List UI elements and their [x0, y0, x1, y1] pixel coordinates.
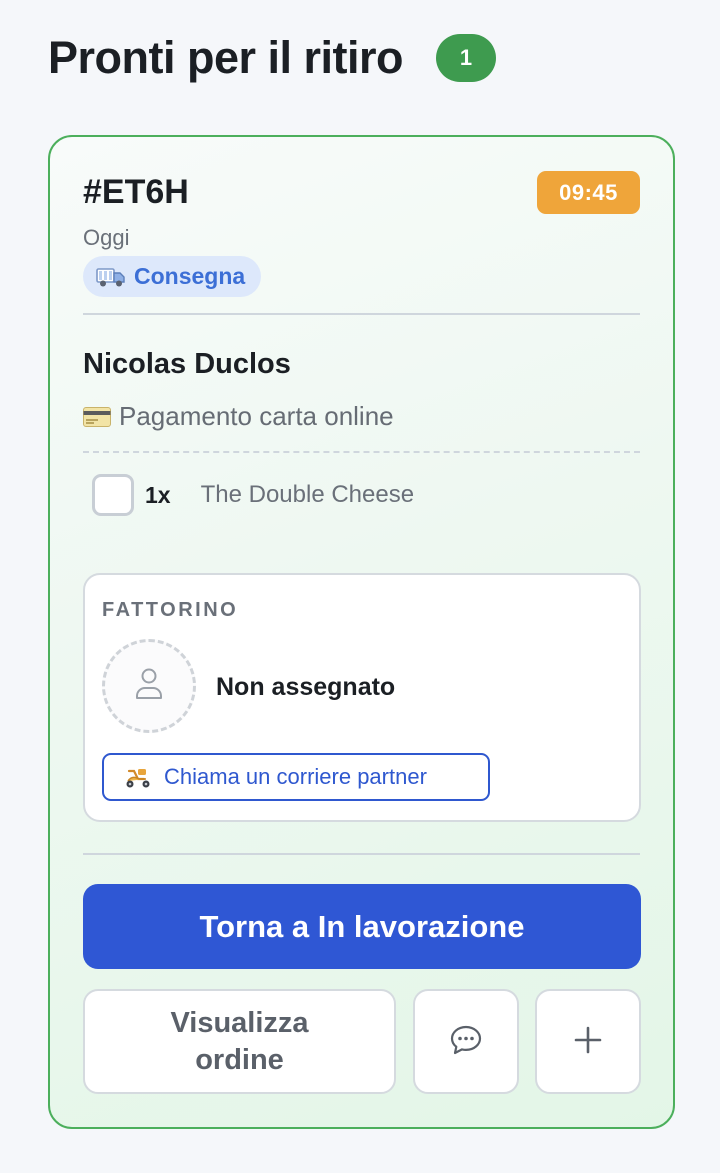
divider	[83, 853, 640, 855]
payment-label: Pagamento carta online	[119, 401, 394, 431]
courier-panel: FATTORINO Non assegnato Chiama un corrie…	[83, 573, 641, 822]
order-id: #ET6H	[83, 173, 189, 211]
order-type-chip: Consegna	[83, 256, 262, 297]
order-card[interactable]: #ET6H 09:45 Oggi Consegna Nicolas Duclos	[48, 135, 675, 1129]
order-type-label: Consegna	[134, 263, 246, 289]
divider	[83, 313, 640, 315]
payment-method: Pagamento carta online	[83, 401, 394, 432]
scooter-icon	[124, 765, 152, 789]
call-partner-courier-button[interactable]: Chiama un corriere partner	[102, 753, 490, 801]
courier-title: FATTORINO	[102, 599, 239, 621]
credit-card-icon	[83, 406, 111, 427]
customer-name: Nicolas Duclos	[83, 348, 291, 380]
item-quantity: 1x	[145, 481, 171, 508]
divider-dashed	[83, 451, 640, 453]
plus-icon	[573, 1025, 603, 1058]
order-count-badge: 1	[436, 34, 497, 82]
item-name: The Double Cheese	[200, 481, 415, 508]
section-title: Pronti per il ritiro	[48, 32, 404, 83]
order-day: Oggi	[83, 225, 130, 250]
item-checkbox[interactable]	[92, 474, 134, 516]
section-header: Pronti per il ritiro 1	[48, 32, 497, 84]
truck-icon	[96, 266, 126, 288]
add-button[interactable]	[535, 989, 641, 1094]
chat-button[interactable]	[413, 989, 519, 1094]
list-item: 1x The Double Cheese	[92, 474, 414, 516]
call-partner-courier-label: Chiama un corriere partner	[164, 764, 427, 789]
view-order-button[interactable]: Visualizza ordine	[83, 989, 396, 1094]
courier-avatar	[102, 639, 196, 733]
back-to-in-progress-button[interactable]: Torna a In lavorazione	[83, 884, 641, 969]
pickup-time-badge: 09:45	[537, 171, 640, 214]
chat-bubble-icon	[449, 1024, 483, 1059]
user-icon	[134, 667, 164, 706]
courier-status: Non assegnato	[216, 673, 396, 701]
